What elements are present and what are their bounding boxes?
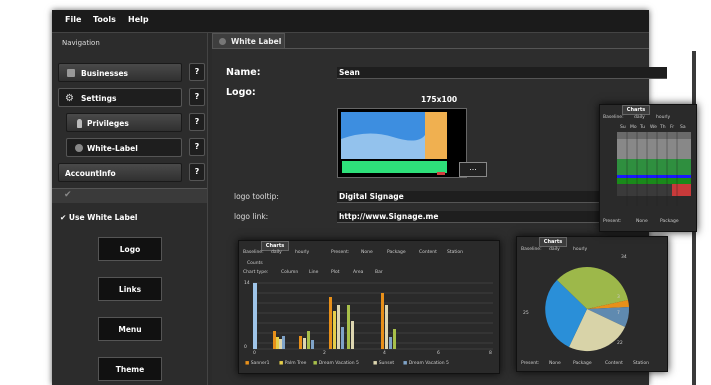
present-label: Present: [603,219,622,224]
circle-icon [75,144,83,152]
pie-label: 34 [621,255,627,260]
logo-tooltip-label: logo tooltip: [234,192,279,201]
nav-privileges-label: Privileges [87,119,129,128]
x-tick: 2 [323,351,326,356]
bar-chart-preview: Charts Baseline: daily hourly Present: N… [238,240,500,374]
pie-label: 22 [617,341,623,346]
folder-icon [67,69,75,77]
help-button-white-label[interactable]: ? [189,138,205,156]
tab-circle-icon [219,38,226,45]
logo-link-label: logo link: [234,212,269,221]
name-label: Name: [226,67,261,78]
pie-chart-preview: Charts Baseline: daily hourly 34 3 7 22 … [516,236,668,372]
legend-item: ■ Sanner1 [245,361,270,366]
nav-businesses-label: Businesses [81,69,128,78]
y-tick: 0 [244,345,247,350]
panel-divider: ✔ [52,188,207,203]
menu-file[interactable]: File [65,15,81,24]
table-preview: Charts Baseline: daily hourly Su Mo Tu W… [599,104,697,232]
use-white-label-label: Use White Label [68,213,138,222]
x-tick: 4 [383,351,386,356]
logo-image [338,109,466,177]
bar-chart-svg [253,282,493,350]
logo-label: Logo: [226,87,256,98]
x-tick: 0 [253,351,256,356]
nav-privileges[interactable]: Privileges [66,113,182,132]
heat-grid [617,132,691,206]
help-button-privileges[interactable]: ? [189,113,205,131]
present-station[interactable]: Station [633,361,649,366]
legend-item: ■ Dream Vacation 5 [313,361,359,366]
present-none[interactable]: None [549,361,561,366]
present-content[interactable]: Content [605,361,623,366]
nav-account-info[interactable]: AccountInfo [58,163,182,182]
browse-logo-button[interactable]: ... [459,162,487,177]
theme-button[interactable]: Theme [98,357,162,381]
nav-account-info-label: AccountInfo [65,169,116,178]
checkbox-check-icon: ✔ [60,213,67,222]
legend-item: ■ Sunset [373,361,395,366]
logo-preview[interactable] [337,108,467,178]
logo-button[interactable]: Logo [98,237,162,261]
present-package[interactable]: Package [660,219,679,224]
nav-settings-label: Settings [81,94,117,103]
key-icon [77,119,82,128]
tab-white-label-label: White Label [231,37,282,46]
links-button[interactable]: Links [98,277,162,301]
navigation-panel: Navigation Businesses ? ⚙ Settings ? Pri… [52,33,208,385]
tab-white-label[interactable]: White Label [212,33,285,49]
checkmark-icon: ✔ [64,190,72,200]
gear-icon: ⚙ [65,93,74,104]
tab-underline [212,48,649,49]
logo-dimensions: 175x100 [421,95,458,104]
help-button-businesses[interactable]: ? [189,63,205,81]
menu-help[interactable]: Help [128,15,149,24]
present-none[interactable]: None [636,219,648,224]
present-label: Present: [521,361,540,366]
y-tick: 14 [244,281,250,286]
present-package[interactable]: Package [573,361,592,366]
menu-bar: File Tools Help [52,10,649,33]
help-button-account-info[interactable]: ? [189,163,205,181]
legend-item: ■ Palm Tree [279,361,307,366]
help-button-settings[interactable]: ? [189,88,205,106]
bar-group [273,293,396,349]
nav-settings[interactable]: ⚙ Settings [58,88,182,107]
x-tick: 8 [489,351,492,356]
nav-white-label[interactable]: White-Label [66,138,182,157]
pie-label: 25 [523,311,529,316]
menu-tools[interactable]: Tools [93,15,116,24]
use-white-label-checkbox[interactable]: ✔ Use White Label [60,213,138,222]
nav-white-label-label: White-Label [87,144,138,153]
x-tick: 6 [437,351,440,356]
nav-businesses[interactable]: Businesses [58,63,182,82]
legend-item: ■ Dream Vacation 5 [403,361,449,366]
pie-label: 7 [617,311,620,316]
menu-button[interactable]: Menu [98,317,162,341]
name-field[interactable]: Sean [337,67,667,79]
pie-label: 3 [617,295,620,300]
navigation-title: Navigation [62,39,100,47]
pie-chart-svg [545,267,630,352]
